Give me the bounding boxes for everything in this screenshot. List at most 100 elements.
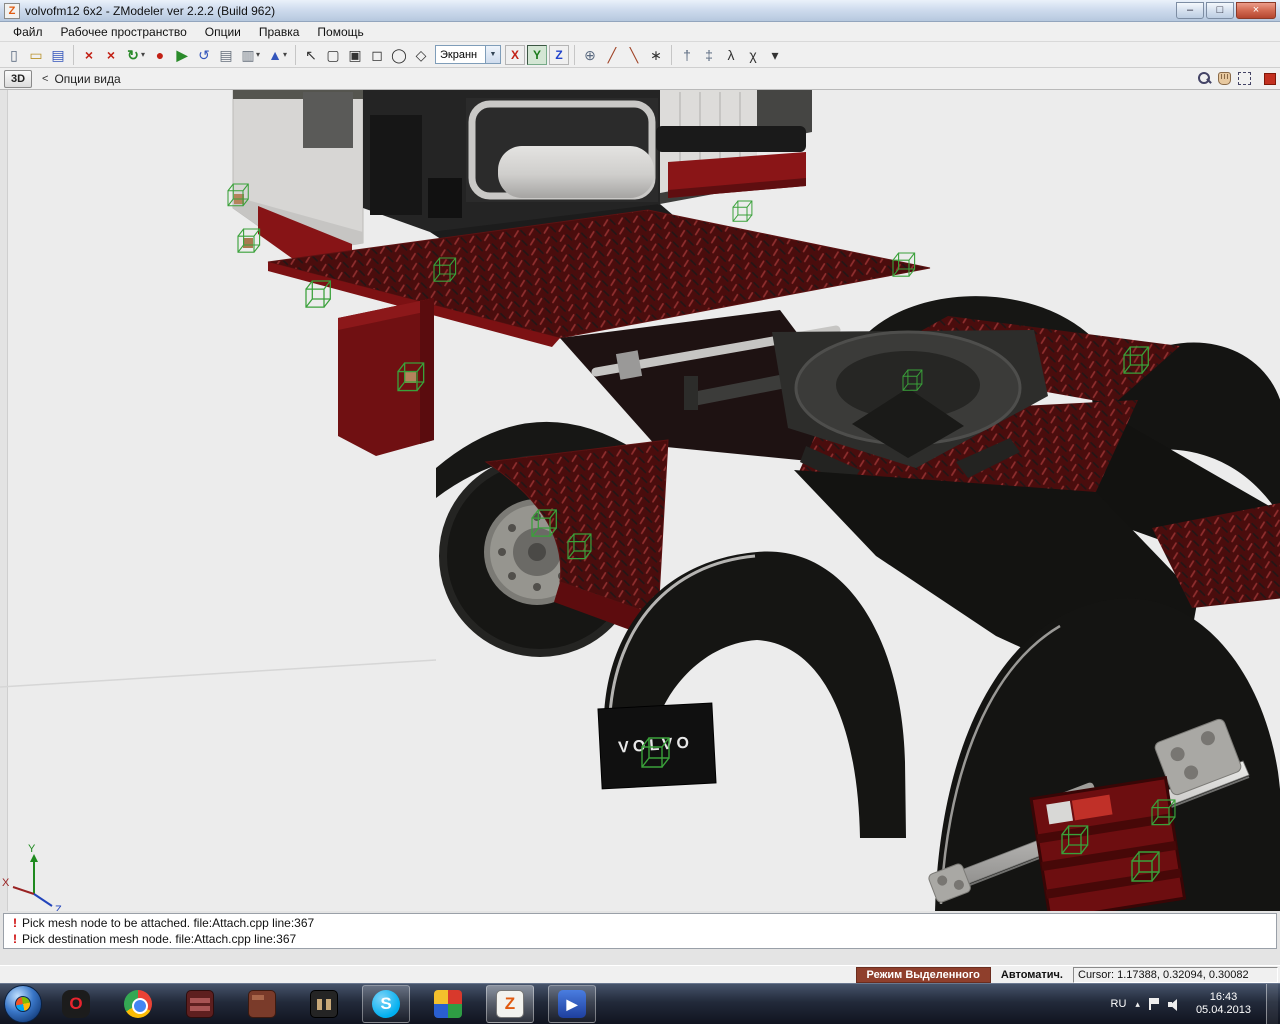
zmodeler-window: Z volvofm12 6x2 - ZModeler ver 2.2.2 (Bu… bbox=[0, 0, 1280, 1024]
app-icon: Z bbox=[4, 2, 20, 19]
toolbar-separator bbox=[73, 44, 74, 65]
warning-icon: ! bbox=[13, 932, 17, 946]
selection-mode-badge[interactable]: Режим Выделенного bbox=[855, 966, 991, 983]
walk-anim-tool-button[interactable]: λ bbox=[720, 44, 742, 66]
axis-x-button[interactable]: X bbox=[505, 44, 525, 65]
taskbar-folder-button[interactable] bbox=[238, 985, 286, 1023]
archive-icon bbox=[186, 990, 214, 1018]
menu-edit[interactable]: Правка bbox=[250, 23, 309, 41]
delete-button[interactable]: × bbox=[78, 44, 100, 66]
chevron-down-icon[interactable]: ▼ bbox=[485, 46, 500, 63]
menu-options[interactable]: Опции bbox=[196, 23, 250, 41]
window-title: volvofm12 6x2 - ZModeler ver 2.2.2 (Buil… bbox=[25, 3, 276, 18]
export-button[interactable]: ▶ bbox=[171, 44, 193, 66]
truck-scene: VOLVO Y X Z bbox=[0, 90, 1280, 911]
volume-icon[interactable] bbox=[1167, 998, 1181, 1011]
menu-file[interactable]: Файл bbox=[4, 23, 52, 41]
game-icon bbox=[310, 990, 338, 1018]
view-options-bar: 3D < Опции вида bbox=[0, 68, 1280, 90]
save-file-button[interactable]: ▤ bbox=[47, 44, 69, 66]
menu-help[interactable]: Помощь bbox=[308, 23, 372, 41]
clock-date: 05.04.2013 bbox=[1195, 1004, 1251, 1016]
knife-tool-button[interactable]: ╱ bbox=[601, 44, 623, 66]
axe-tool-button[interactable]: ╲ bbox=[623, 44, 645, 66]
menubar: Файл Рабочее пространство Опции Правка П… bbox=[0, 22, 1280, 42]
taskbar-game-button[interactable] bbox=[300, 985, 348, 1023]
menu-workspace[interactable]: Рабочее пространство bbox=[52, 23, 196, 41]
taskbar: O S Z ▶ RU ▴ 16:43 05.04.2013 bbox=[0, 983, 1280, 1024]
select-circle-button[interactable]: ◯ bbox=[388, 44, 410, 66]
script-dropdown-icon[interactable]: ▾ bbox=[256, 50, 264, 59]
open-file-button[interactable]: ▭ bbox=[25, 44, 47, 66]
bone-tool-button[interactable]: † bbox=[676, 44, 698, 66]
minimize-button[interactable]: – bbox=[1176, 2, 1204, 19]
view-mode-select[interactable]: Экранн ▼ bbox=[435, 45, 501, 64]
select-filled-button[interactable]: ▣ bbox=[344, 44, 366, 66]
taskbar-zmodeler-button[interactable]: Z bbox=[486, 985, 534, 1023]
chrome-icon bbox=[124, 990, 152, 1018]
close-button[interactable]: × bbox=[1236, 2, 1276, 19]
action-center-flag-icon[interactable] bbox=[1148, 998, 1159, 1010]
axis-z-button[interactable]: Z bbox=[549, 44, 569, 65]
view-options-label: Опции вида bbox=[54, 71, 121, 86]
system-tray: RU ▴ 16:43 05.04.2013 bbox=[1111, 984, 1280, 1024]
start-button[interactable] bbox=[4, 985, 42, 1023]
select-polygon-button[interactable]: ◇ bbox=[410, 44, 432, 66]
maximize-viewport-icon[interactable] bbox=[1264, 72, 1276, 85]
hidden-icons-button[interactable]: ▴ bbox=[1135, 999, 1140, 1010]
view-mode-3d-button[interactable]: 3D bbox=[4, 69, 32, 88]
ik-tool-button[interactable]: ‡ bbox=[698, 44, 720, 66]
more-tools-dropdown[interactable]: ▾ bbox=[764, 44, 786, 66]
detach-button[interactable]: × bbox=[100, 44, 122, 66]
log-row: ! Pick mesh node to be attached. file:At… bbox=[8, 915, 1272, 931]
windows-logo-icon bbox=[13, 994, 33, 1014]
select-square-button[interactable]: ◻ bbox=[366, 44, 388, 66]
new-file-button[interactable]: ▯ bbox=[3, 44, 25, 66]
cursor-coordinates: Cursor: 1.17388, 0.32094, 0.30082 bbox=[1073, 966, 1278, 983]
toolbar: ▯ ▭ ▤ × × ↻ ▾ ● ▶ ↺ ▤ ▥ ▾ ▲ ▾ ↖ ▢ ▣ ◻ ◯ … bbox=[0, 42, 1280, 68]
axis-y-button[interactable]: Y bbox=[527, 44, 547, 65]
titlebar[interactable]: Z volvofm12 6x2 - ZModeler ver 2.2.2 (Bu… bbox=[0, 0, 1280, 22]
taskbar-archive-button[interactable] bbox=[176, 985, 224, 1023]
log-panel-wrap: ! Pick mesh node to be attached. file:At… bbox=[0, 911, 1280, 951]
taskbar-media-button[interactable]: ▶ bbox=[548, 985, 596, 1023]
notes-button[interactable]: ▤ bbox=[215, 44, 237, 66]
toolbar-separator bbox=[295, 44, 296, 65]
show-desktop-button[interactable] bbox=[1266, 984, 1278, 1024]
viewport-3d[interactable]: VOLVO Y X Z bbox=[0, 90, 1280, 911]
pin-tool-button[interactable]: ∗ bbox=[645, 44, 667, 66]
statusbar: Режим Выделенного Автоматич. Cursor: 1.1… bbox=[0, 965, 1280, 983]
clock-time: 16:43 bbox=[1209, 991, 1238, 1003]
taskbar-skype-button[interactable]: S bbox=[362, 985, 410, 1023]
marquee-zoom-icon[interactable] bbox=[1238, 72, 1251, 85]
taskbar-opera-button[interactable]: O bbox=[52, 985, 100, 1023]
refresh-dropdown-icon[interactable]: ▾ bbox=[141, 50, 149, 59]
record-button[interactable]: ● bbox=[149, 44, 171, 66]
orbit-tool-button[interactable]: ⊕ bbox=[579, 44, 601, 66]
axes-dropdown-icon[interactable]: ▾ bbox=[283, 50, 291, 59]
svg-text:Y: Y bbox=[28, 843, 36, 855]
view-mode-value: Экранн bbox=[440, 48, 478, 61]
taskbar-player-button[interactable] bbox=[424, 985, 472, 1023]
clock[interactable]: 16:43 05.04.2013 bbox=[1190, 991, 1257, 1017]
language-indicator[interactable]: RU bbox=[1111, 998, 1127, 1010]
maximize-button[interactable]: □ bbox=[1206, 2, 1234, 19]
undo-button[interactable]: ↺ bbox=[193, 44, 215, 66]
warning-icon: ! bbox=[13, 916, 17, 930]
log-message: Pick mesh node to be attached. file:Atta… bbox=[22, 916, 315, 930]
pan-hand-icon[interactable] bbox=[1218, 72, 1231, 85]
zoom-icon[interactable] bbox=[1198, 72, 1211, 85]
skype-icon: S bbox=[372, 990, 400, 1018]
taskbar-chrome-button[interactable] bbox=[114, 985, 162, 1023]
svg-text:Z: Z bbox=[55, 904, 62, 911]
toolbar-separator bbox=[574, 44, 575, 65]
collapse-panel-button[interactable]: < bbox=[40, 73, 54, 85]
auto-mode-label[interactable]: Автоматич. bbox=[991, 968, 1073, 982]
select-pointer-button[interactable]: ↖ bbox=[300, 44, 322, 66]
toolbar-separator bbox=[671, 44, 672, 65]
select-rectangle-button[interactable]: ▢ bbox=[322, 44, 344, 66]
log-panel: ! Pick mesh node to be attached. file:At… bbox=[3, 913, 1277, 949]
figure-tool-button[interactable]: χ bbox=[742, 44, 764, 66]
status-spacer bbox=[0, 951, 1280, 965]
media-player-icon: ▶ bbox=[558, 990, 586, 1018]
